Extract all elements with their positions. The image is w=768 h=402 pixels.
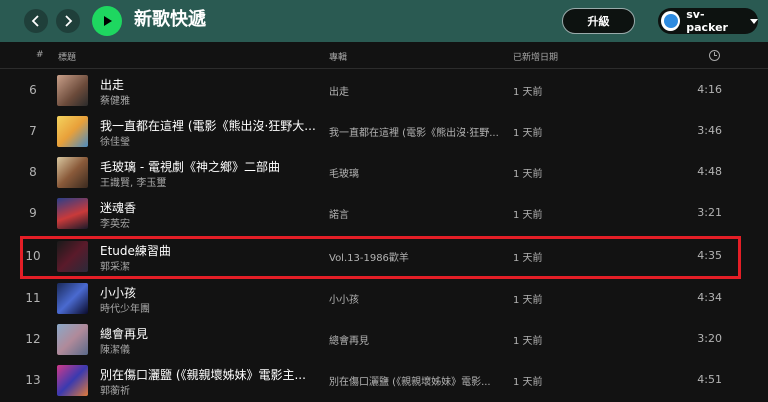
track-number: 13 [25, 373, 41, 387]
column-album[interactable]: 專輯 [329, 50, 347, 63]
column-title[interactable]: 標題 [58, 50, 76, 63]
play-icon [104, 16, 112, 26]
track-title[interactable]: 總會再見 [100, 325, 148, 342]
track-number: 7 [29, 124, 37, 138]
track-date-added: 1 天前 [513, 210, 543, 221]
album-art [57, 283, 88, 314]
track-title[interactable]: 我一直都在這裡 (電影《熊出沒·狂野大... [100, 117, 316, 134]
chevron-left-icon [31, 15, 39, 27]
album-art [57, 365, 88, 396]
top-bar: 新歌快遞 升級 sv-packer [0, 0, 768, 42]
track-album[interactable]: 小小孩 [329, 291, 359, 306]
track-album[interactable]: 出走 [329, 83, 349, 98]
track-artist[interactable]: 陳潔儀 [100, 341, 130, 356]
track-row[interactable]: 6 出走 蔡健雅 出走 1 天前 4:16 [0, 70, 768, 111]
track-album[interactable]: 毛玻璃 [329, 165, 359, 180]
album-art [57, 75, 88, 106]
track-artist[interactable]: 徐佳瑩 [100, 133, 130, 148]
track-date-added: 1 天前 [513, 128, 543, 139]
column-date-added[interactable]: 已新增日期 [513, 50, 558, 63]
upgrade-button[interactable]: 升級 [562, 8, 635, 34]
track-date-added: 1 天前 [513, 87, 543, 98]
track-title[interactable]: 別在傷口灑鹽 (《親親壞姊妹》電影主... [100, 366, 306, 383]
track-duration: 4:48 [697, 165, 722, 178]
track-album[interactable]: 諾言 [329, 206, 349, 221]
track-number: 9 [29, 206, 37, 220]
track-album[interactable]: 我一直都在這裡 (電影《熊出沒·狂野... [329, 124, 499, 139]
clock-icon[interactable] [709, 50, 720, 61]
track-row[interactable]: 13 別在傷口灑鹽 (《親親壞姊妹》電影主... 郭蘅祈 別在傷口灑鹽 (《親親… [0, 360, 768, 401]
play-button[interactable] [92, 6, 122, 36]
selection-highlight [20, 236, 741, 279]
caret-down-icon [750, 18, 758, 24]
track-artist[interactable]: 王識賢, 李玉璽 [100, 174, 166, 189]
username: sv-packer [686, 8, 728, 34]
track-date-added: 1 天前 [513, 295, 543, 306]
chevron-right-icon [65, 15, 73, 27]
track-date-added: 1 天前 [513, 336, 543, 347]
user-menu-button[interactable]: sv-packer [658, 8, 758, 34]
track-row[interactable]: 8 毛玻璃 - 電視劇《神之鄉》二部曲 王識賢, 李玉璽 毛玻璃 1 天前 4:… [0, 152, 768, 193]
column-index: # [36, 50, 44, 60]
track-artist[interactable]: 蔡健雅 [100, 92, 130, 107]
track-duration: 3:20 [697, 332, 722, 345]
track-title[interactable]: 出走 [100, 76, 124, 93]
back-button[interactable] [24, 9, 48, 33]
track-artist[interactable]: 郭蘅祈 [100, 382, 130, 397]
tracklist-header: # 標題 專輯 已新增日期 [0, 42, 768, 69]
track-album[interactable]: 別在傷口灑鹽 (《親親壞姊妹》電影... [329, 373, 491, 388]
track-title[interactable]: 毛玻璃 - 電視劇《神之鄉》二部曲 [100, 158, 280, 175]
track-duration: 4:16 [697, 83, 722, 96]
track-row[interactable]: 11 小小孩 時代少年團 小小孩 1 天前 4:34 [0, 278, 768, 319]
forward-button[interactable] [56, 9, 80, 33]
track-duration: 3:46 [697, 124, 722, 137]
track-row[interactable]: 9 迷魂香 李英宏 諾言 1 天前 3:21 [0, 193, 768, 234]
track-duration: 3:21 [697, 206, 722, 219]
track-number: 6 [29, 83, 37, 97]
track-number: 12 [25, 332, 41, 346]
track-album[interactable]: 總會再見 [329, 332, 369, 347]
avatar [661, 11, 681, 31]
track-row[interactable]: 7 我一直都在這裡 (電影《熊出沒·狂野大... 徐佳瑩 我一直都在這裡 (電影… [0, 111, 768, 152]
track-duration: 4:51 [697, 373, 722, 386]
track-artist[interactable]: 李英宏 [100, 215, 130, 230]
track-title[interactable]: 迷魂香 [100, 199, 136, 216]
track-row[interactable]: 12 總會再見 陳潔儀 總會再見 1 天前 3:20 [0, 319, 768, 360]
track-date-added: 1 天前 [513, 169, 543, 180]
album-art [57, 157, 88, 188]
track-duration: 4:34 [697, 291, 722, 304]
album-art [57, 324, 88, 355]
track-artist[interactable]: 時代少年團 [100, 300, 150, 315]
album-art [57, 116, 88, 147]
page-title: 新歌快遞 [134, 9, 206, 30]
track-number: 11 [25, 291, 41, 305]
album-art [57, 198, 88, 229]
track-number: 8 [29, 165, 37, 179]
track-title[interactable]: 小小孩 [100, 284, 136, 301]
track-date-added: 1 天前 [513, 377, 543, 388]
